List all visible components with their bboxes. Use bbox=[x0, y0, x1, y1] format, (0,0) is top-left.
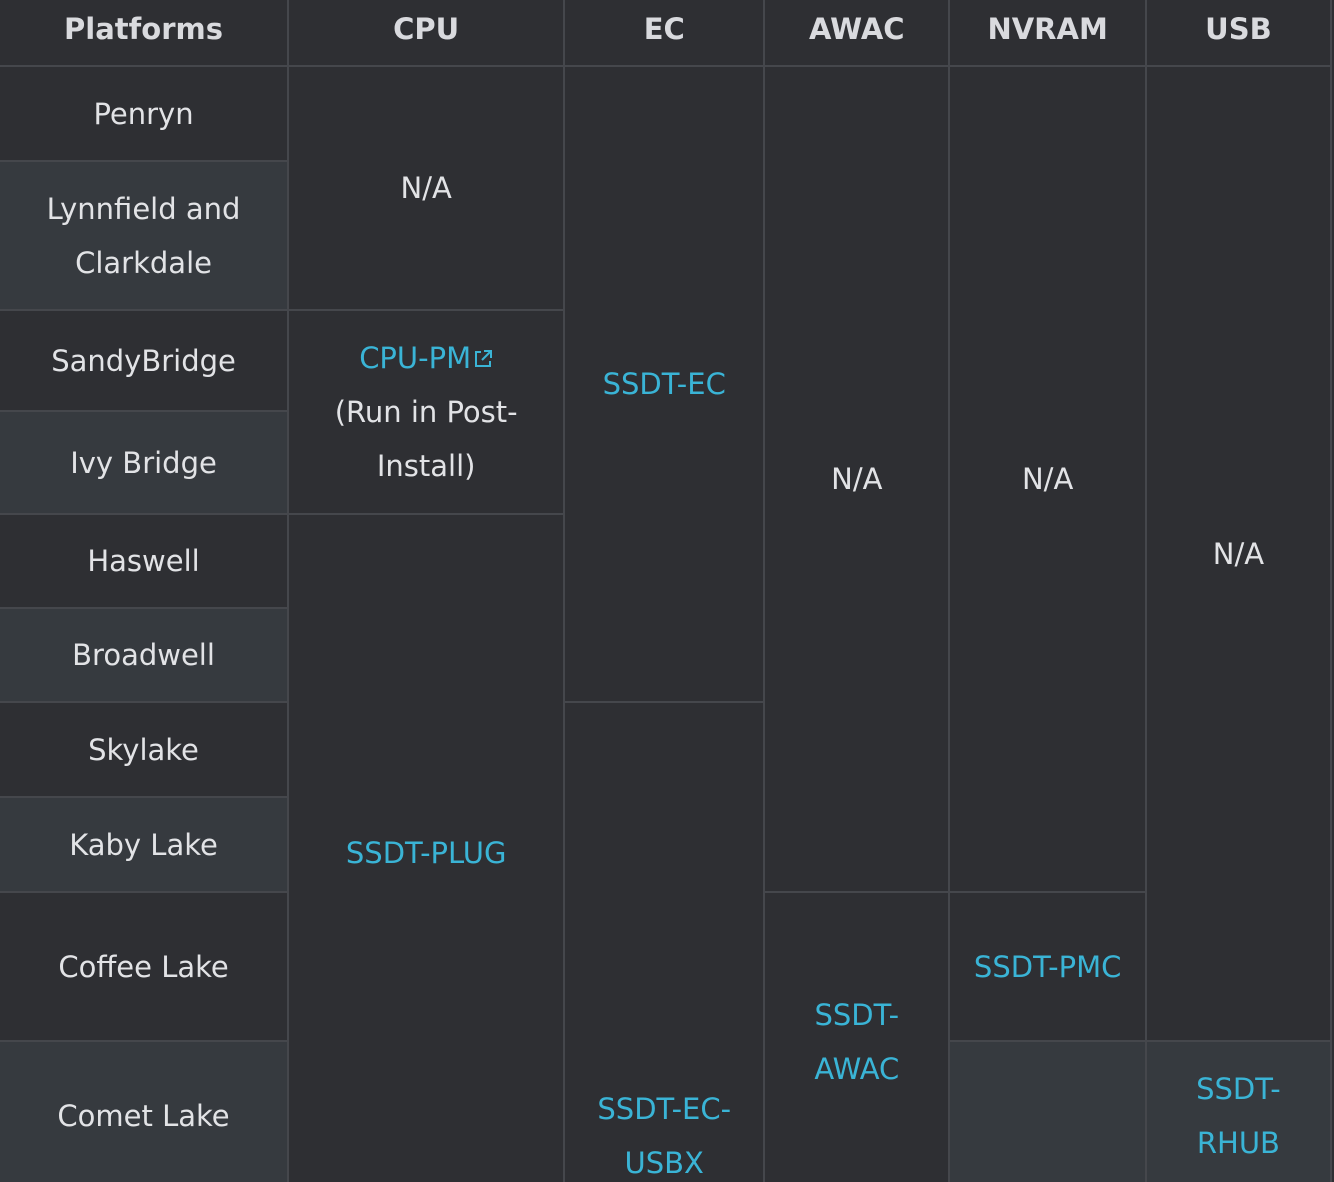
cpu-pm-link[interactable]: CPU-PM bbox=[359, 341, 493, 375]
ssdt-rhub-link[interactable]: SSDT-RHUB bbox=[1196, 1072, 1281, 1160]
header-usb: USB bbox=[1144, 0, 1333, 67]
cpu-pm-link-label: CPU-PM bbox=[359, 341, 472, 375]
acpi-table-container: Platforms CPU EC AWAC NVRAM USB Penryn N… bbox=[0, 0, 1334, 1182]
platform-lynnfield-clarkdale: Lynnfield and Clarkdale bbox=[0, 160, 290, 311]
platform-coffee-lake: Coffee Lake bbox=[0, 891, 290, 1042]
acpi-ssdt-table: Platforms CPU EC AWAC NVRAM USB Penryn N… bbox=[0, 0, 1333, 1182]
platform-haswell: Haswell bbox=[0, 513, 290, 609]
platform-broadwell: Broadwell bbox=[0, 607, 290, 703]
header-nvram: NVRAM bbox=[948, 0, 1147, 67]
external-link-icon bbox=[473, 349, 493, 369]
platform-penryn: Penryn bbox=[0, 65, 290, 162]
header-cpu: CPU bbox=[287, 0, 566, 67]
usb-ssdt-rhub-cell: SSDT-RHUB bbox=[1144, 1040, 1333, 1182]
platform-kaby-lake: Kaby Lake bbox=[0, 796, 290, 893]
cpu-ssdt-plug-cell: SSDT-PLUG bbox=[287, 513, 566, 1182]
awac-na-cell: N/A bbox=[763, 65, 951, 893]
nvram-ssdt-pmc-cell: SSDT-PMC bbox=[948, 891, 1147, 1042]
ssdt-pmc-link[interactable]: SSDT-PMC bbox=[974, 950, 1121, 984]
platform-sandybridge: SandyBridge bbox=[0, 309, 290, 412]
usb-na-cell: N/A bbox=[1144, 65, 1333, 1042]
cpu-pm-cell: CPU-PM (Run in Post-Install) bbox=[287, 309, 566, 515]
nvram-na-cell: N/A bbox=[948, 65, 1147, 893]
header-ec: EC bbox=[563, 0, 766, 67]
ssdt-plug-link[interactable]: SSDT-PLUG bbox=[346, 836, 507, 870]
header-platforms: Platforms bbox=[0, 0, 290, 67]
awac-ssdt-awac-cell: SSDT-AWAC bbox=[763, 891, 951, 1182]
ssdt-ec-usbx-link[interactable]: SSDT-EC-USBX bbox=[597, 1092, 731, 1180]
ssdt-ec-link[interactable]: SSDT-EC bbox=[603, 367, 726, 401]
platform-ivy-bridge: Ivy Bridge bbox=[0, 410, 290, 515]
ec-ssdt-ec-cell: SSDT-EC bbox=[563, 65, 766, 703]
cpu-pm-note: (Run in Post-Install) bbox=[334, 395, 518, 483]
header-row: Platforms CPU EC AWAC NVRAM USB bbox=[0, 0, 1333, 67]
cpu-na-cell: N/A bbox=[287, 65, 566, 311]
platform-skylake: Skylake bbox=[0, 701, 290, 798]
ec-ssdt-ec-usbx-cell: SSDT-EC-USBX bbox=[563, 701, 766, 1182]
ssdt-awac-link[interactable]: SSDT-AWAC bbox=[814, 998, 899, 1086]
table-row: Penryn N/A SSDT-EC N/A N/A N/A bbox=[0, 65, 1333, 1042]
header-awac: AWAC bbox=[763, 0, 951, 67]
platform-comet-lake: Comet Lake bbox=[0, 1040, 290, 1182]
nvram-empty-cell bbox=[948, 1040, 1147, 1182]
